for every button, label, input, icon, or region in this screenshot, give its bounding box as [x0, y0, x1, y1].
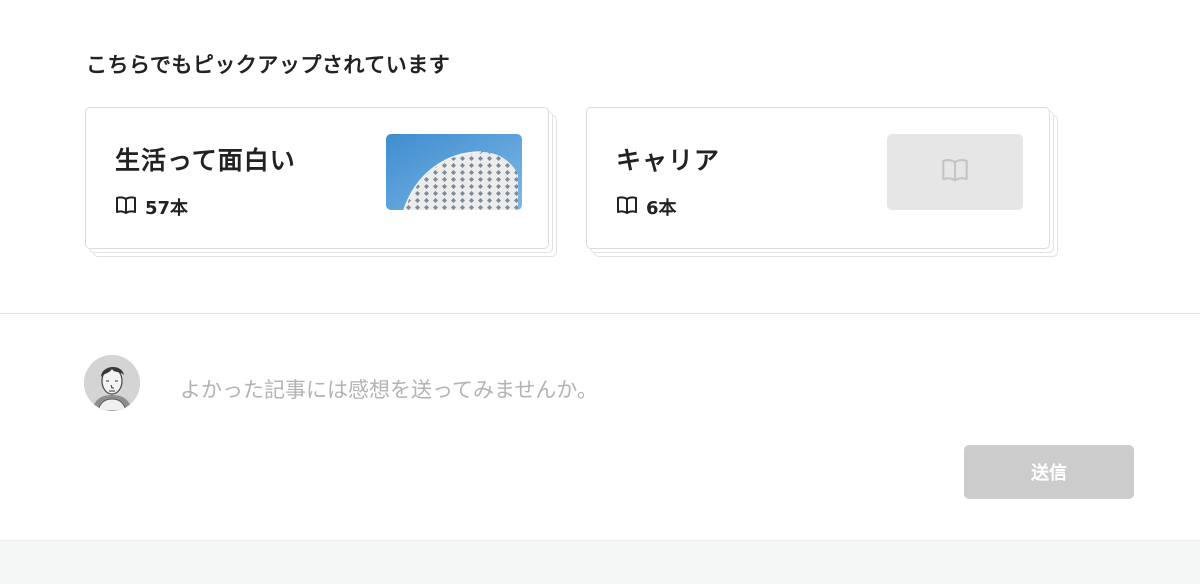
magazine-thumbnail-placeholder [887, 134, 1023, 210]
article-count-label: 57本 [145, 198, 189, 219]
magazine-article-count: 57本 [115, 194, 188, 220]
magazine-article-count: 6本 [616, 194, 677, 220]
footer-band [0, 540, 1200, 584]
book-icon [940, 157, 970, 187]
magazine-card-life[interactable]: 生活って面白い 57本 [85, 107, 549, 249]
send-button[interactable]: 送信 [964, 445, 1134, 499]
user-avatar[interactable] [84, 355, 140, 411]
magazine-title: 生活って面白い [115, 146, 296, 175]
book-icon [115, 195, 137, 220]
comment-input[interactable] [180, 370, 1120, 410]
magazine-card-wrapper: 生活って面白い 57本 [85, 107, 559, 259]
magazine-card-wrapper: キャリア 6本 [586, 107, 1060, 259]
section-divider [0, 313, 1200, 314]
magazine-card-career[interactable]: キャリア 6本 [586, 107, 1050, 249]
magazine-thumbnail-building [386, 134, 522, 210]
book-icon [616, 195, 638, 220]
pickup-section-heading: こちらでもピックアップされています [86, 53, 451, 77]
magazine-title: キャリア [616, 146, 721, 175]
article-count-label: 6本 [646, 198, 677, 219]
